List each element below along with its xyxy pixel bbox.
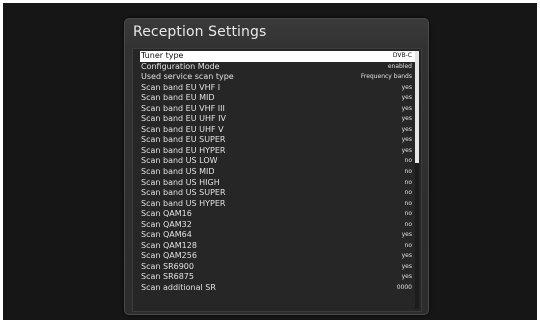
setting-row[interactable]: Scan SR6900 yes (140, 262, 415, 273)
setting-row[interactable]: Scan band EU VHF I yes (140, 83, 415, 94)
setting-label: Scan band US HIGH (141, 177, 220, 187)
setting-row[interactable]: Scan band US LOW no (140, 156, 415, 167)
setting-row[interactable]: Scan band EU SUPER yes (140, 135, 415, 146)
setting-label: Scan QAM16 (141, 209, 192, 219)
setting-label: Scan SR6900 (141, 261, 194, 271)
setting-value[interactable]: yes (402, 104, 412, 115)
setting-row[interactable]: Scan QAM128 no (140, 241, 415, 252)
setting-label: Scan band EU UHF V (141, 124, 224, 134)
setting-value[interactable]: no (405, 209, 412, 220)
setting-row[interactable]: Tuner type DVB-C (140, 51, 415, 62)
setting-label: Scan band US HYPER (141, 198, 226, 208)
setting-label: Tuner type (141, 51, 184, 60)
setting-value[interactable]: no (405, 188, 412, 199)
setting-value[interactable]: yes (402, 83, 412, 94)
setting-value[interactable]: yes (402, 146, 412, 157)
setting-label: Used service scan type (141, 72, 234, 82)
setting-label: Scan band US SUPER (141, 188, 226, 198)
setting-label: Configuration Mode (141, 61, 220, 71)
setting-row[interactable]: Scan band US MID no (140, 167, 415, 178)
setting-value[interactable]: yes (402, 262, 412, 273)
setting-value[interactable]: enabled (388, 62, 412, 73)
setting-label: Scan band EU SUPER (141, 135, 226, 145)
setting-value[interactable]: 0000 (397, 283, 412, 294)
setting-row[interactable]: Scan band EU MID yes (140, 93, 415, 104)
setting-row[interactable]: Scan band US HYPER no (140, 199, 415, 210)
settings-list[interactable]: Tuner type DVB-C Configuration Mode enabled… (140, 51, 415, 294)
setting-row[interactable]: Scan band US SUPER no (140, 188, 415, 199)
setting-row[interactable]: Scan additional SR 0000 (140, 283, 415, 294)
setting-row[interactable]: Scan SR6875 yes (140, 272, 415, 283)
setting-value[interactable]: DVB-C (393, 51, 412, 62)
setting-label: Scan SR6875 (141, 272, 194, 282)
setting-label: Scan QAM128 (141, 240, 197, 250)
setting-label: Scan band EU HYPER (141, 145, 226, 155)
setting-value[interactable]: yes (402, 230, 412, 241)
setting-label: Scan band EU UHF IV (141, 114, 226, 124)
setting-label: Scan band US LOW (141, 156, 218, 166)
setting-label: Scan band EU MID (141, 93, 215, 103)
setting-value[interactable]: yes (402, 272, 412, 283)
settings-list-area: Tuner type DVB-C Configuration Mode enabled… (132, 48, 422, 312)
scrollbar[interactable] (415, 51, 419, 309)
setting-row[interactable]: Scan QAM256 yes (140, 251, 415, 262)
setting-label: Scan QAM64 (141, 230, 192, 240)
setting-row[interactable]: Scan QAM32 no (140, 220, 415, 231)
setting-row[interactable]: Scan band EU VHF III yes (140, 104, 415, 115)
setting-row[interactable]: Scan QAM16 no (140, 209, 415, 220)
setting-value[interactable]: no (405, 241, 412, 252)
setting-value[interactable]: yes (402, 114, 412, 125)
setting-value[interactable]: yes (402, 251, 412, 262)
scroll-thumb[interactable] (415, 51, 419, 163)
setting-label: Scan additional SR (141, 283, 216, 293)
tv-screen: Reception Settings Tuner type DVB-C Config… (3, 3, 537, 320)
setting-row[interactable]: Scan band EU UHF IV yes (140, 114, 415, 125)
setting-row[interactable]: Scan QAM64 yes (140, 230, 415, 241)
setting-label: Scan band US MID (141, 167, 215, 177)
window-title: Reception Settings (133, 24, 267, 40)
setting-label: Scan QAM256 (141, 251, 197, 261)
setting-label: Scan band EU VHF III (141, 103, 225, 113)
setting-row[interactable]: Scan band EU HYPER yes (140, 146, 415, 157)
setting-value[interactable]: no (405, 156, 412, 167)
setting-row[interactable]: Used service scan type Frequency bands (140, 72, 415, 83)
setting-value[interactable]: no (405, 199, 412, 210)
setting-value[interactable]: Frequency bands (361, 72, 412, 83)
setting-value[interactable]: yes (402, 125, 412, 136)
setting-row[interactable]: Scan band EU UHF V yes (140, 125, 415, 136)
setting-value[interactable]: no (405, 167, 412, 178)
setting-label: Scan QAM32 (141, 219, 192, 229)
setting-value[interactable]: yes (402, 135, 412, 146)
setting-value[interactable]: no (405, 220, 412, 231)
setting-label: Scan band EU VHF I (141, 82, 221, 92)
setting-value[interactable]: no (405, 178, 412, 189)
setting-value[interactable]: yes (402, 93, 412, 104)
reception-settings-window: Reception Settings Tuner type DVB-C Config… (124, 18, 429, 315)
setting-row[interactable]: Scan band US HIGH no (140, 178, 415, 189)
setting-row[interactable]: Configuration Mode enabled (140, 62, 415, 73)
